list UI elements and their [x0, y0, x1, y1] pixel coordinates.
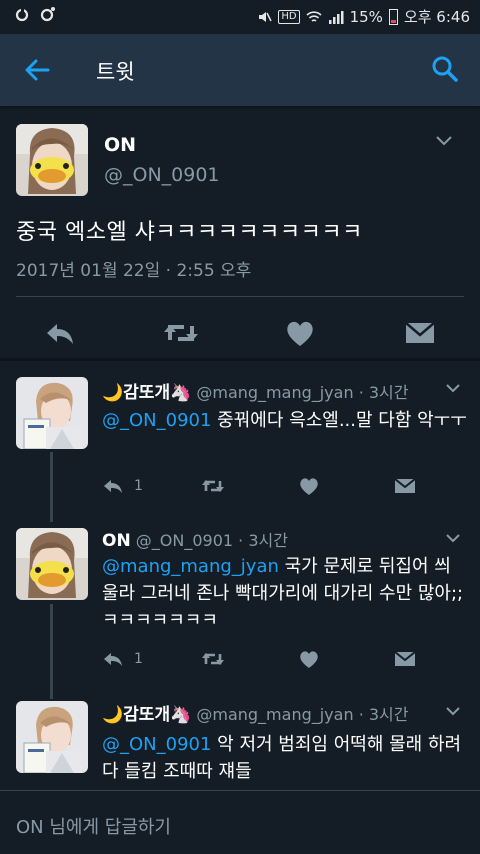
page-title: 트윗 [96, 60, 135, 84]
reply-actions: 1 [102, 649, 422, 673]
signal-icon [328, 10, 344, 24]
reply-time: · 3시간 [358, 383, 409, 402]
retweet-icon[interactable] [162, 318, 200, 348]
avatar-image [16, 701, 88, 773]
wifi-icon [306, 10, 322, 22]
chevron-down-icon[interactable] [446, 707, 460, 716]
reply-author-handle[interactable]: @mang_mang_jyan [196, 383, 353, 402]
avatar[interactable] [16, 124, 88, 196]
mention-link[interactable]: @mang_mang_jyan [102, 556, 279, 577]
chevron-down-icon[interactable] [436, 136, 452, 146]
reply-text: @_ON_0901 악 저거 범죄임 어떡해 몰래 하려다 들킴 조때따 쟤들 [102, 731, 467, 785]
reply-icon[interactable] [102, 476, 124, 496]
status-right-icons: HD 15% 오후 6:46 [256, 6, 470, 27]
tweet-author-name[interactable]: ON [104, 134, 136, 156]
reply-icon[interactable] [44, 318, 76, 348]
chevron-down-icon[interactable] [446, 384, 460, 393]
chevron-down-icon[interactable] [446, 534, 460, 543]
avatar[interactable] [16, 701, 88, 773]
heart-icon[interactable] [298, 476, 320, 496]
reply-author-name[interactable]: ON [102, 531, 131, 551]
mention-link[interactable]: @_ON_0901 [102, 410, 211, 431]
reply-count: 1 [134, 651, 143, 667]
thread-connector [50, 452, 53, 522]
divider [16, 296, 464, 297]
avatar-image [16, 377, 88, 449]
reply-body: 중꿔에다 윽소엘...말 다함 악ㅜㅜ [211, 410, 467, 431]
search-icon[interactable] [430, 54, 460, 84]
reply-header: 🌙감또개🦄 @mang_mang_jyan · 3시간 [102, 378, 408, 403]
app-bar: 트윗 [0, 34, 480, 106]
retweet-icon[interactable] [200, 476, 226, 496]
reply-author-handle[interactable]: @mang_mang_jyan [196, 705, 353, 724]
tweet-author-handle[interactable]: @_ON_0901 [104, 164, 220, 186]
mute-icon [259, 11, 273, 22]
tweet-actions [0, 310, 480, 356]
reply-text: @_ON_0901 중꿔에다 윽소엘...말 다함 악ㅜㅜ [102, 407, 467, 434]
reply-author-name[interactable]: 🌙감또개🦄 [102, 383, 191, 403]
mention-link[interactable]: @_ON_0901 [102, 734, 211, 755]
reply-actions: 1 [102, 476, 422, 500]
thread-connector [50, 604, 53, 699]
back-arrow-icon[interactable] [22, 55, 52, 85]
status-bar: HD 15% 오후 6:46 [0, 0, 480, 34]
avatar[interactable] [16, 377, 88, 449]
reply-header: 🌙감또개🦄 @mang_mang_jyan · 3시간 [102, 700, 408, 725]
reply-compose-placeholder[interactable]: ON 님에게 답글하기 [16, 813, 171, 839]
reply-header: ON @_ON_0901 · 3시간 [102, 527, 288, 551]
reply-time: · 3시간 [358, 705, 409, 724]
reply-time: · 3시간 [238, 531, 288, 550]
reply-text: @mang_mang_jyan 국가 문제로 뒤집어 씌울라 그러네 존나 빡대… [102, 553, 467, 634]
tweet-timestamp: 2017년 01월 22일 · 2:55 오후 [16, 261, 252, 281]
heart-icon[interactable] [298, 649, 320, 669]
direct-message-icon[interactable] [404, 318, 436, 348]
reply-author-handle[interactable]: @_ON_0901 [136, 531, 233, 550]
status-left-icons [14, 6, 56, 22]
reply-icon[interactable] [102, 649, 124, 669]
retweet-icon[interactable] [200, 649, 226, 669]
hd-badge: HD [278, 9, 300, 24]
section-divider [0, 358, 480, 361]
battery-percent: 15% [349, 7, 383, 26]
tweet-text: 중국 엑소엘 샤ㅋㅋㅋㅋㅋㅋㅋㅋㅋㅋ [16, 220, 363, 245]
reply-author-name[interactable]: 🌙감또개🦄 [102, 705, 191, 725]
battery-icon [388, 8, 398, 25]
direct-message-icon[interactable] [394, 649, 416, 669]
direct-message-icon[interactable] [394, 476, 416, 496]
reply-count: 1 [134, 478, 143, 494]
notification-app-icon [15, 7, 29, 22]
clock: 오후 6:46 [403, 8, 470, 26]
heart-icon[interactable] [284, 318, 316, 348]
reply-compose-bar[interactable]: ON 님에게 답글하기 [0, 790, 480, 854]
notification-app-icon-2 [40, 7, 55, 22]
avatar[interactable] [16, 528, 88, 600]
avatar-image [16, 528, 88, 600]
avatar-image [16, 124, 88, 196]
